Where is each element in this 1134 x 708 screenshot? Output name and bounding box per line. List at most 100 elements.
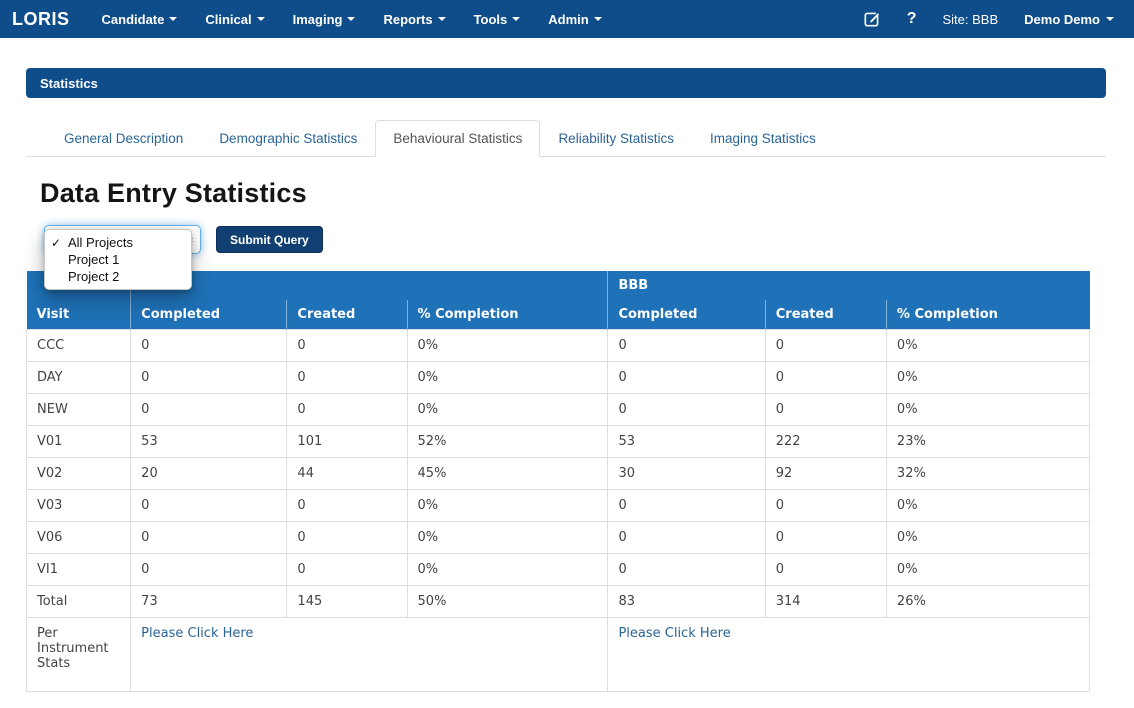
per-instrument-link-bbb[interactable]: Please Click Here: [618, 626, 730, 641]
option-label: Project 2: [68, 269, 119, 284]
table-row: DAY 0 0 0% 0 0 0%: [27, 362, 1090, 394]
tab-imaging-statistics[interactable]: Imaging Statistics: [692, 120, 834, 157]
stat-cell: 0: [765, 490, 886, 522]
breadcrumb-statistics-link[interactable]: Statistics: [40, 76, 98, 91]
feedback-pencil-icon[interactable]: [862, 10, 881, 29]
tab-general-description[interactable]: General Description: [46, 120, 201, 157]
stat-cell: 23%: [886, 426, 1089, 458]
stat-cell: 0: [608, 330, 765, 362]
stat-cell: 0: [131, 394, 287, 426]
breadcrumb: Statistics: [26, 68, 1106, 98]
option-label: Project 1: [68, 252, 119, 267]
col-header-created-aaa: Created: [287, 300, 407, 330]
nav-menu-label: Candidate: [102, 12, 165, 27]
visit-cell: NEW: [27, 394, 131, 426]
per-instrument-cell-bbb: Please Click Here: [608, 618, 1090, 692]
nav-menu-reports[interactable]: Reports: [369, 0, 459, 38]
col-header-completion-bbb: % Completion: [886, 300, 1089, 330]
nav-menu-label: Reports: [383, 12, 432, 27]
nav-menu-label: Admin: [548, 12, 588, 27]
check-icon: ✓: [51, 236, 68, 250]
nav-menu-label: Clinical: [205, 12, 251, 27]
stat-cell: 0%: [407, 394, 608, 426]
visit-cell: V02: [27, 458, 131, 490]
stat-cell: 0: [131, 490, 287, 522]
table-body: CCC 0 0 0% 0 0 0% DAY 0 0 0% 0 0 0% NEW …: [27, 330, 1090, 618]
table-row: V01 53 101 52% 53 222 23%: [27, 426, 1090, 458]
table-row: VI1 0 0 0% 0 0 0%: [27, 554, 1090, 586]
stat-cell: 53: [608, 426, 765, 458]
loris-logo[interactable]: LORIS: [12, 9, 70, 30]
caret-down-icon: [347, 17, 355, 21]
per-instrument-label: Per Instrument Stats: [27, 618, 131, 692]
nav-menu-admin[interactable]: Admin: [534, 0, 615, 38]
stat-cell: 0%: [886, 554, 1089, 586]
stat-cell: 0: [131, 362, 287, 394]
visit-cell: CCC: [27, 330, 131, 362]
nav-menu-candidate[interactable]: Candidate: [88, 0, 192, 38]
query-controls: Submit Query ✓ All Projects Project 1 Pr…: [26, 225, 1108, 271]
stat-cell: 20: [131, 458, 287, 490]
stat-cell: 52%: [407, 426, 608, 458]
stat-cell: 0%: [407, 330, 608, 362]
caret-down-icon: [512, 17, 520, 21]
stat-cell: 0%: [886, 330, 1089, 362]
tab-demographic-statistics[interactable]: Demographic Statistics: [201, 120, 375, 157]
stat-cell: 0: [131, 522, 287, 554]
col-header-created-bbb: Created: [765, 300, 886, 330]
option-label: All Projects: [68, 235, 133, 250]
project-dropdown-menu: ✓ All Projects Project 1 Project 2: [44, 229, 192, 290]
data-entry-statistics-table: AAA BBB Visit Completed Created % Comple…: [26, 271, 1090, 692]
visit-cell: V01: [27, 426, 131, 458]
stat-cell: 0: [287, 330, 407, 362]
stat-cell: 0: [287, 394, 407, 426]
stat-cell: 0: [608, 554, 765, 586]
stat-cell: 83: [608, 586, 765, 618]
stat-cell: 0: [131, 554, 287, 586]
visit-cell: DAY: [27, 362, 131, 394]
dropdown-option-project-1[interactable]: Project 1: [45, 251, 191, 268]
visit-cell: Total: [27, 586, 131, 618]
stat-cell: 0: [765, 554, 886, 586]
dropdown-option-project-2[interactable]: Project 2: [45, 268, 191, 285]
visit-cell: VI1: [27, 554, 131, 586]
user-menu[interactable]: Demo Demo: [1024, 12, 1114, 27]
stat-cell: 0%: [407, 362, 608, 394]
stat-cell: 0%: [886, 522, 1089, 554]
stat-cell: 314: [765, 586, 886, 618]
stat-cell: 0%: [407, 522, 608, 554]
stat-cell: 0: [287, 490, 407, 522]
stat-cell: 0: [765, 330, 886, 362]
stat-cell: 32%: [886, 458, 1089, 490]
per-instrument-link-aaa[interactable]: Please Click Here: [141, 626, 253, 641]
stat-cell: 0: [608, 490, 765, 522]
per-instrument-cell-aaa: Please Click Here: [131, 618, 608, 692]
nav-menu-clinical[interactable]: Clinical: [191, 0, 278, 38]
per-instrument-row: Per Instrument Stats Please Click Here P…: [27, 618, 1090, 692]
stat-cell: 222: [765, 426, 886, 458]
tab-reliability-statistics[interactable]: Reliability Statistics: [540, 120, 692, 157]
stat-cell: 0: [765, 522, 886, 554]
tab-behavioural-statistics[interactable]: Behavioural Statistics: [375, 120, 540, 157]
caret-down-icon: [438, 17, 446, 21]
submit-query-button[interactable]: Submit Query: [216, 226, 323, 253]
stat-cell: 0: [287, 362, 407, 394]
data-entry-statistics-table-wrap: AAA BBB Visit Completed Created % Comple…: [26, 271, 1090, 692]
stat-cell: 0%: [886, 490, 1089, 522]
help-icon[interactable]: ?: [907, 10, 917, 28]
col-header-completed-aaa: Completed: [131, 300, 287, 330]
page-title: Data Entry Statistics: [40, 178, 1134, 209]
nav-menu-imaging[interactable]: Imaging: [279, 0, 370, 38]
nav-menu-label: Imaging: [293, 12, 343, 27]
nav-menu-tools[interactable]: Tools: [460, 0, 535, 38]
caret-down-icon: [594, 17, 602, 21]
stat-cell: 45%: [407, 458, 608, 490]
stat-cell: 73: [131, 586, 287, 618]
column-header-row: Visit Completed Created % Completion Com…: [27, 300, 1090, 330]
stat-cell: 50%: [407, 586, 608, 618]
stat-cell: 0: [287, 522, 407, 554]
user-name: Demo Demo: [1024, 12, 1100, 27]
dropdown-option-all-projects[interactable]: ✓ All Projects: [45, 234, 191, 251]
site-label: Site: BBB: [943, 12, 999, 27]
statistics-tabs: General Description Demographic Statisti…: [26, 120, 1106, 157]
